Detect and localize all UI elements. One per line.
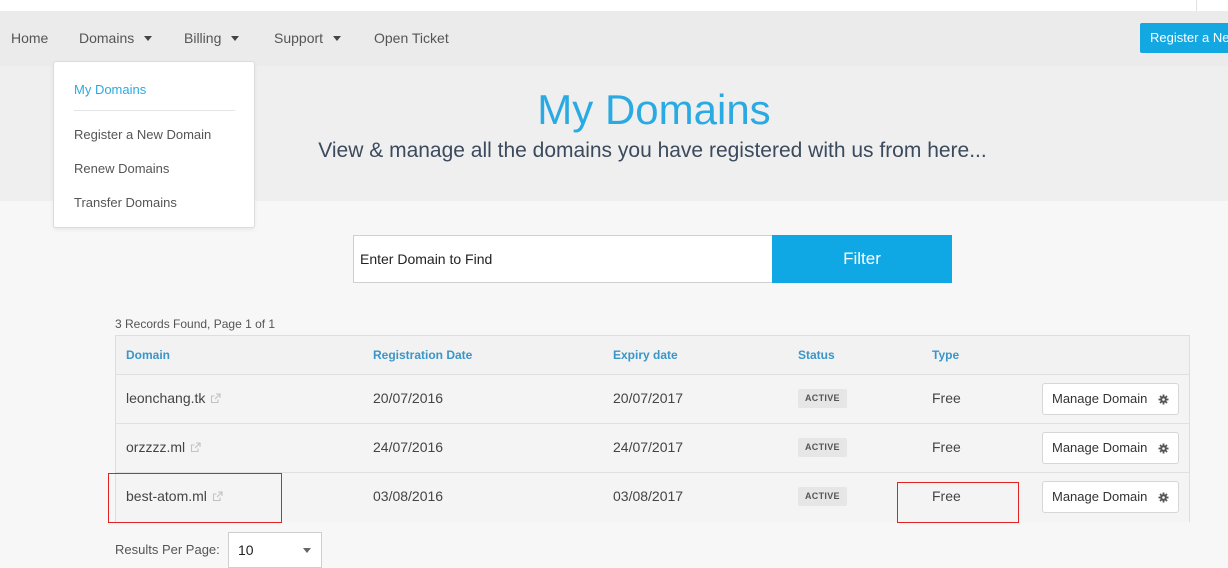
nav-home[interactable]: Home (11, 11, 48, 66)
type-cell: Free (932, 488, 961, 504)
results-per-page-value: 10 (238, 542, 254, 558)
registration-date-cell: 03/08/2016 (373, 488, 444, 504)
column-header-type[interactable]: Type (932, 348, 959, 362)
table-row[interactable]: orzzzz.ml 24/07/2016 24/07/2017 ACTIVE F… (116, 424, 1189, 473)
top-divider (1196, 0, 1197, 11)
expiry-date-cell: 24/07/2017 (613, 439, 684, 455)
table-header: Domain Registration Date Expiry date Sta… (116, 336, 1189, 375)
column-header-expiry-date[interactable]: Expiry date (613, 348, 678, 362)
dropdown-divider (74, 110, 235, 111)
column-header-registration-date[interactable]: Registration Date (373, 348, 472, 362)
caret-down-icon (231, 35, 240, 41)
external-link-icon[interactable] (212, 491, 223, 502)
dropdown-item-transfer-domains[interactable]: Transfer Domains (74, 195, 177, 210)
table-row[interactable]: best-atom.ml 03/08/2016 03/08/2017 ACTIV… (116, 473, 1189, 522)
filter-button[interactable]: Filter (772, 235, 952, 283)
expiry-date-cell: 03/08/2017 (613, 488, 684, 504)
caret-down-icon (144, 35, 153, 41)
domain-name[interactable]: orzzzz.ml (126, 439, 185, 455)
nav-billing-label: Billing (184, 30, 222, 46)
domain-search-input[interactable]: Enter Domain to Find (353, 235, 773, 283)
results-per-page-select[interactable]: 10 (228, 532, 322, 568)
dropdown-item-register-domain[interactable]: Register a New Domain (74, 127, 211, 142)
status-badge: ACTIVE (798, 389, 847, 408)
status-badge: ACTIVE (798, 438, 847, 457)
domain-cell[interactable]: best-atom.ml (126, 488, 223, 504)
results-per-page-label: Results Per Page: (115, 542, 220, 557)
top-strip (0, 0, 1228, 11)
nav-support-label: Support (274, 30, 324, 46)
domains-dropdown-menu: My Domains Register a New Domain Renew D… (53, 61, 255, 228)
registration-date-cell: 24/07/2016 (373, 439, 444, 455)
manage-domain-button[interactable]: Manage Domain (1042, 432, 1179, 464)
records-found-text: 3 Records Found, Page 1 of 1 (115, 317, 276, 331)
external-link-icon[interactable] (210, 393, 221, 404)
domain-name[interactable]: best-atom.ml (126, 488, 207, 504)
chevron-down-icon (303, 548, 311, 553)
caret-down-icon (333, 35, 342, 41)
gear-icon (1158, 394, 1169, 405)
registration-date-cell: 20/07/2016 (373, 390, 444, 406)
gear-icon (1158, 492, 1169, 503)
manage-domain-button[interactable]: Manage Domain (1042, 383, 1179, 415)
nav-domains-label: Domains (79, 30, 135, 46)
dropdown-item-my-domains[interactable]: My Domains (74, 82, 146, 97)
register-domain-button[interactable]: Register a New Domain (1140, 23, 1228, 53)
nav-open-ticket[interactable]: Open Ticket (374, 11, 449, 66)
main-navbar: Home Domains Billing Support Open Ticket… (0, 11, 1228, 66)
nav-billing[interactable]: Billing (184, 11, 240, 66)
domains-table: Domain Registration Date Expiry date Sta… (115, 335, 1190, 522)
manage-domain-label: Manage Domain (1052, 440, 1148, 455)
status-badge: ACTIVE (798, 487, 847, 506)
manage-domain-button[interactable]: Manage Domain (1042, 481, 1179, 513)
nav-domains[interactable]: Domains (79, 11, 153, 66)
nav-support[interactable]: Support (274, 11, 342, 66)
expiry-date-cell: 20/07/2017 (613, 390, 684, 406)
external-link-icon[interactable] (190, 442, 201, 453)
dropdown-item-renew-domains[interactable]: Renew Domains (74, 161, 169, 176)
column-header-domain[interactable]: Domain (126, 348, 170, 362)
domain-name[interactable]: leonchang.tk (126, 390, 205, 406)
gear-icon (1158, 443, 1169, 454)
manage-domain-label: Manage Domain (1052, 391, 1148, 406)
column-header-status[interactable]: Status (798, 348, 835, 362)
table-row[interactable]: leonchang.tk 20/07/2016 20/07/2017 ACTIV… (116, 375, 1189, 424)
manage-domain-label: Manage Domain (1052, 489, 1148, 504)
domain-cell[interactable]: leonchang.tk (126, 390, 221, 406)
domain-cell[interactable]: orzzzz.ml (126, 439, 201, 455)
type-cell: Free (932, 390, 961, 406)
type-cell: Free (932, 439, 961, 455)
